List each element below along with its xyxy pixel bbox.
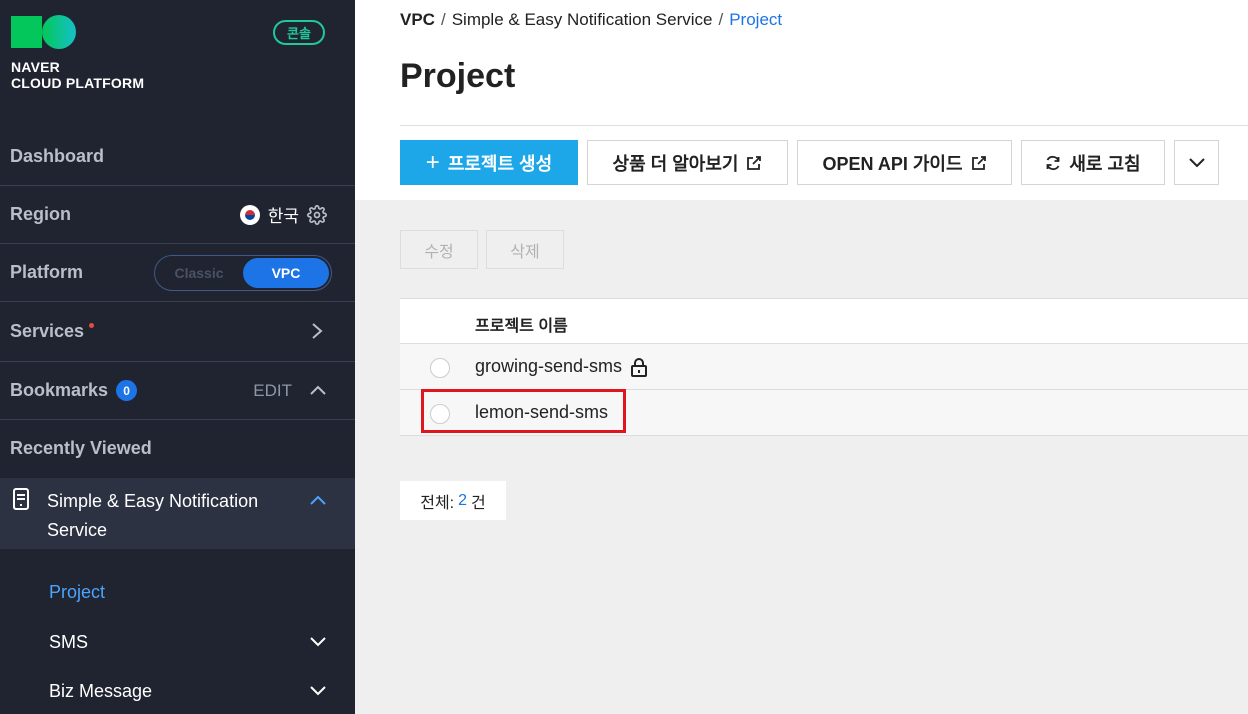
sidebar-item-services[interactable]: Services (0, 302, 355, 360)
table-row[interactable]: growing-send-sms (400, 344, 1248, 390)
platform-option-classic[interactable]: Classic (155, 265, 243, 281)
plus-icon: + (425, 148, 440, 176)
breadcrumb: VPC / Simple & Easy Notification Service… (400, 10, 782, 30)
total-prefix: 전체: (420, 494, 455, 512)
total-suffix: 건 (471, 494, 486, 512)
sidebar-group-sens[interactable]: Simple & Easy Notification Service (0, 478, 355, 549)
sidebar-item-bookmarks[interactable]: Bookmarks 0 EDIT (0, 361, 355, 420)
table-header: 프로젝트 이름 (400, 298, 1248, 344)
external-link-icon (747, 155, 762, 170)
divider (400, 125, 1248, 126)
breadcrumb-item-service[interactable]: Simple & Easy Notification Service (452, 10, 713, 30)
learn-more-label: 상품 더 알아보기 (612, 153, 739, 174)
more-options-button[interactable] (1174, 140, 1219, 185)
chevron-up-icon[interactable] (309, 494, 327, 506)
logo-line-2: CLOUD PLATFORM (11, 75, 145, 91)
page-header: VPC / Simple & Easy Notification Service… (355, 0, 1248, 200)
sidebar-item-recently-viewed[interactable]: Recently Viewed (0, 420, 355, 476)
total-count: 전체: 2 건 (400, 481, 506, 520)
gear-icon[interactable] (307, 204, 327, 225)
bookmarks-label: Bookmarks (10, 380, 109, 400)
breadcrumb-item-current: Project (729, 10, 783, 29)
sidebar-subitem-project[interactable]: Project (49, 582, 105, 603)
open-api-guide-button[interactable]: OPEN API 가이드 (797, 140, 1012, 185)
total-number: 2 (458, 491, 468, 509)
naver-cloud-logo[interactable]: NAVER CLOUD PLATFORM (11, 15, 144, 91)
sidebar-item-dashboard[interactable]: Dashboard (0, 128, 355, 186)
row-radio[interactable] (430, 358, 450, 378)
platform-option-vpc[interactable]: VPC (243, 258, 329, 288)
breadcrumb-separator: / (718, 10, 724, 29)
recently-viewed-label: Recently Viewed (10, 437, 152, 458)
chevron-down-icon[interactable] (309, 636, 327, 648)
chevron-up-icon[interactable] (309, 384, 327, 396)
breadcrumb-separator: / (440, 10, 446, 29)
region-value[interactable]: 한국 (268, 202, 299, 227)
create-project-button[interactable]: + 프로젝트 생성 (400, 140, 578, 185)
sidebar-item-region: Region 한국 (0, 186, 355, 244)
sidebar-subitem-biz-message[interactable]: Biz Message (49, 681, 152, 702)
sens-group-title: Simple & Easy Notification Service (47, 491, 259, 540)
breadcrumb-item-vpc[interactable]: VPC (400, 10, 435, 30)
highlight-box (421, 389, 626, 433)
console-badge[interactable]: 콘솔 (273, 20, 325, 45)
column-header-project-name[interactable]: 프로젝트 이름 (475, 312, 568, 336)
logo-mark (11, 15, 144, 49)
edit-button[interactable]: 수정 (400, 230, 478, 269)
sidebar: NAVER CLOUD PLATFORM 콘솔 Dashboard Region… (0, 0, 355, 714)
new-indicator-dot (89, 322, 95, 328)
bookmarks-edit-button[interactable]: EDIT (253, 381, 292, 401)
project-table: 프로젝트 이름 growing-send-sms lemon-send-sms (400, 298, 1248, 436)
region-label: Region (10, 204, 71, 224)
chevron-down-icon[interactable] (309, 685, 327, 697)
mobile-device-icon (13, 488, 29, 510)
services-label: Services (10, 320, 85, 341)
create-project-label: 프로젝트 생성 (447, 153, 553, 174)
chevron-right-icon (312, 323, 323, 339)
chevron-down-icon (1188, 157, 1205, 167)
dashboard-label: Dashboard (10, 146, 105, 166)
sidebar-subitem-sms[interactable]: SMS (49, 632, 88, 653)
refresh-label: 새로 고침 (1069, 153, 1141, 174)
sidebar-item-platform: Platform Classic VPC (0, 244, 355, 302)
open-api-guide-label: OPEN API 가이드 (822, 153, 963, 174)
platform-label: Platform (10, 262, 84, 282)
logo-line-1: NAVER (11, 59, 60, 75)
project-name: growing-send-sms (475, 356, 623, 376)
refresh-icon (1046, 155, 1060, 170)
delete-button[interactable]: 삭제 (486, 230, 564, 269)
learn-more-button[interactable]: 상품 더 알아보기 (587, 140, 788, 185)
refresh-button[interactable]: 새로 고침 (1021, 140, 1165, 185)
page-title: Project (400, 57, 516, 95)
lock-icon (631, 357, 648, 377)
korea-flag-icon (239, 204, 260, 225)
bookmarks-count-badge: 0 (116, 380, 138, 401)
table-row[interactable]: lemon-send-sms (400, 389, 1248, 436)
logo-text: NAVER CLOUD PLATFORM (11, 59, 144, 91)
external-link-icon (971, 155, 986, 170)
platform-toggle[interactable]: Classic VPC (154, 255, 332, 291)
